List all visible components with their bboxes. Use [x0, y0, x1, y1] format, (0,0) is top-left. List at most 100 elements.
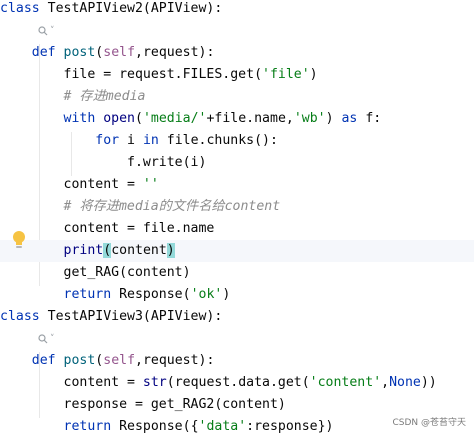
code-text: class TestAPIView2(APIView): [0, 0, 222, 20]
code-token: ( [135, 111, 143, 126]
code-text: content = str(request.data.get('content'… [0, 372, 437, 394]
code-text: response = get_RAG2(content) [0, 394, 286, 416]
code-line[interactable]: for i in file.chunks(): [0, 130, 474, 152]
code-token: ) [309, 67, 318, 82]
code-token: file = request.FILES.get( [0, 67, 263, 82]
code-editor[interactable]: class TestAPIView2(APIView): ˅ def post(s… [0, 0, 474, 434]
code-token: str [142, 375, 167, 390]
code-token: return [63, 287, 120, 302]
code-token: ) [166, 243, 175, 258]
code-token: as [341, 111, 366, 126]
code-token: content [111, 243, 167, 258]
code-text: return Response('ok') [0, 284, 231, 306]
code-token: def [31, 45, 64, 60]
code-text: with open('media/'+file.name,'wb') as f: [0, 108, 382, 130]
code-token: +file.name, [206, 111, 294, 126]
code-token: get_RAG(content) [0, 265, 191, 280]
code-text: content = '' [0, 174, 159, 196]
code-token: TestAPIView2(APIView): [47, 1, 223, 16]
code-token: # 将存进media的文件名给content [63, 199, 281, 214]
code-token: # 存进media [63, 89, 146, 104]
code-token: post [63, 45, 96, 60]
code-line[interactable]: content = file.name [0, 218, 474, 240]
watermark: CSDN @苍苔守天 [392, 418, 466, 428]
code-line[interactable]: file = request.FILES.get('file') [0, 64, 474, 86]
code-token: self [103, 353, 136, 368]
usages-icon [38, 26, 48, 36]
code-text: class TestAPIView3(APIView): [0, 306, 222, 328]
code-token: ,request): [135, 45, 215, 60]
code-token: 'wb' [293, 111, 326, 126]
code-line[interactable]: content = str(request.data.get('content'… [0, 372, 474, 394]
code-token: class [0, 1, 48, 16]
code-token: with [63, 111, 104, 126]
code-token: def [31, 353, 64, 368]
code-token: None [389, 375, 421, 390]
code-line[interactable]: def post(self,request): [0, 42, 474, 64]
code-token: ,request): [135, 353, 215, 368]
code-token: content = [0, 375, 143, 390]
code-token: Response( [119, 287, 191, 302]
code-token: class [0, 309, 48, 324]
usage-hint-row[interactable]: ˅ [0, 20, 474, 42]
code-line[interactable]: content = '' [0, 174, 474, 196]
code-token: '' [142, 177, 159, 192]
code-token: )) [420, 375, 437, 390]
code-token: content = file.name [0, 221, 215, 236]
code-text: file = request.FILES.get('file') [0, 64, 318, 86]
code-line[interactable]: class TestAPIView3(APIView): [0, 306, 474, 328]
code-line[interactable]: response = get_RAG2(content) [0, 394, 474, 416]
code-line[interactable]: print(content) [0, 240, 474, 262]
code-text: return Response({'data':response}) [0, 416, 334, 438]
code-token: ( [103, 243, 112, 258]
usage-hint-row[interactable]: ˅ [0, 328, 474, 350]
code-token: ) [222, 287, 231, 302]
code-token: open [103, 111, 135, 126]
code-token: ) [325, 111, 342, 126]
chevron-down-icon: ˅ [50, 334, 55, 344]
lightbulb-icon[interactable] [10, 229, 28, 251]
code-line[interactable]: return Response('ok') [0, 284, 474, 306]
usages-hint[interactable]: ˅ [38, 20, 55, 42]
code-token: 'file' [262, 67, 310, 82]
code-line[interactable]: get_RAG(content) [0, 262, 474, 284]
code-line[interactable]: class TestAPIView2(APIView): [0, 0, 474, 20]
code-token: 'data' [198, 419, 247, 434]
code-text: f.write(i) [0, 152, 206, 174]
usages-hint[interactable]: ˅ [38, 328, 55, 350]
code-token: file.chunks(): [166, 133, 278, 148]
code-token: post [63, 353, 96, 368]
code-line[interactable]: # 存进media [0, 86, 474, 108]
code-token: response = get_RAG2(content) [0, 397, 286, 412]
code-text: def post(self,request): [0, 350, 215, 372]
code-text: # 存进media [0, 86, 146, 108]
code-token: self [103, 45, 136, 60]
code-line[interactable]: # 将存进media的文件名给content [0, 196, 474, 218]
code-token: in [142, 133, 167, 148]
code-token: , [381, 375, 390, 390]
code-token: Response({ [119, 419, 199, 434]
code-token: 'ok' [190, 287, 223, 302]
usages-icon [38, 334, 48, 344]
code-text: get_RAG(content) [0, 262, 191, 284]
code-token: f: [365, 111, 382, 126]
code-token: content = [0, 177, 143, 192]
code-token: f.write(i) [0, 155, 207, 170]
code-token: 'content' [309, 375, 382, 390]
code-token: (request.data.get( [166, 375, 310, 390]
code-text: for i in file.chunks(): [0, 130, 278, 152]
code-line[interactable]: f.write(i) [0, 152, 474, 174]
code-line[interactable]: def post(self,request): [0, 350, 474, 372]
code-token: :response}) [246, 419, 334, 434]
code-text: # 将存进media的文件名给content [0, 196, 281, 218]
code-text: def post(self,request): [0, 42, 215, 64]
code-line[interactable]: with open('media/'+file.name,'wb') as f: [0, 108, 474, 130]
code-token: return [63, 419, 120, 434]
